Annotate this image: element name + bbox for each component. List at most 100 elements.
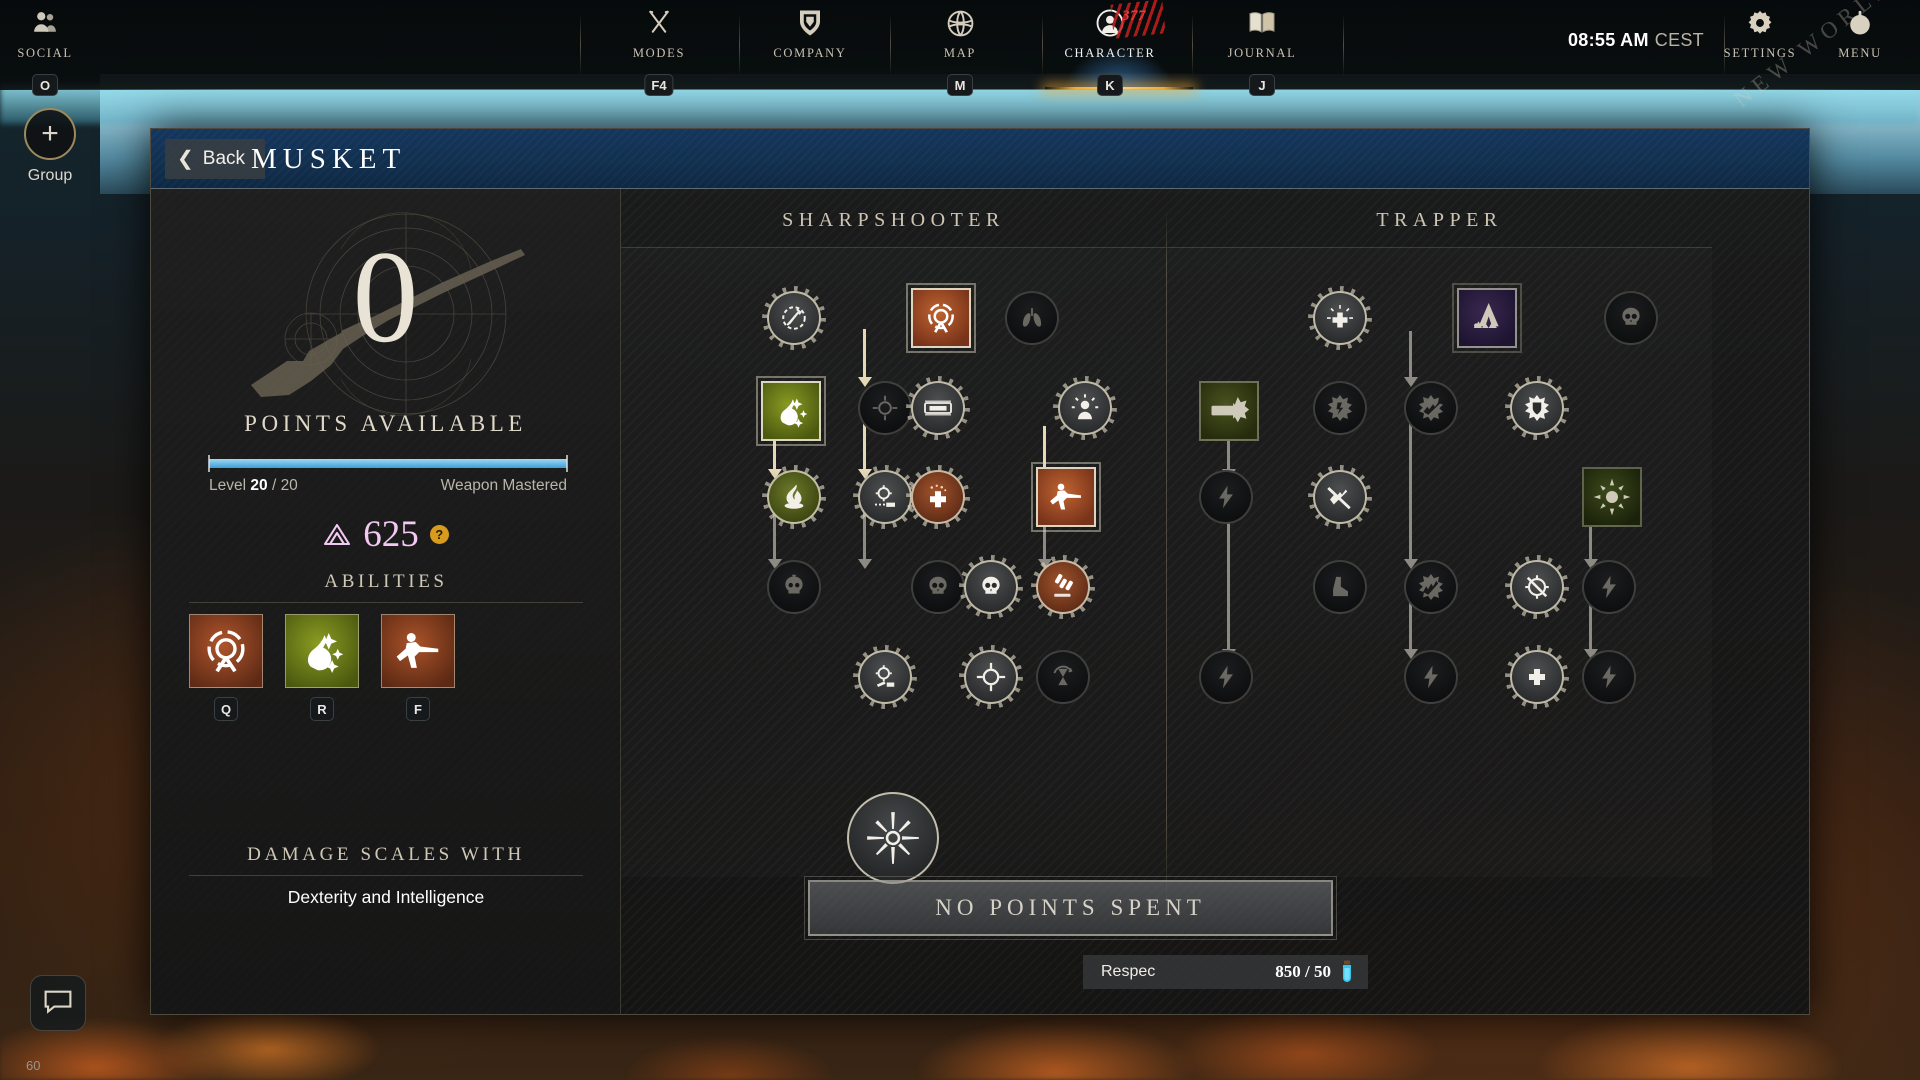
ability-slot-f[interactable]: F: [381, 614, 455, 721]
tree-title-trapper: TRAPPER: [1376, 209, 1503, 231]
skull-icon: [964, 560, 1018, 614]
lightning-icon: [1199, 470, 1253, 524]
skill-node-boot[interactable]: [1313, 560, 1367, 614]
skill-node-lightning-a[interactable]: [1199, 470, 1253, 524]
sticky-bomb-icon: [756, 376, 826, 446]
nav-key-modes[interactable]: F4: [644, 74, 674, 96]
lungs-icon: [1005, 291, 1059, 345]
nav-item-settings[interactable]: SETTINGS: [1700, 6, 1820, 90]
nav-item-social[interactable]: SOCIAL O: [0, 6, 115, 96]
level-prefix: Level: [209, 477, 247, 494]
skull-icon: [911, 560, 965, 614]
skill-node-crosshair-b[interactable]: [964, 650, 1018, 704]
nav-label-company: COMPANY: [773, 46, 847, 60]
nav-key-map[interactable]: M: [947, 74, 973, 96]
skill-node-heal-cross[interactable]: [1313, 291, 1367, 345]
chat-button[interactable]: [30, 975, 86, 1031]
nav-item-menu[interactable]: MENU: [1805, 6, 1915, 90]
skill-node-skull-a[interactable]: [911, 560, 965, 614]
nav-item-character[interactable]: CHARACTER K: [1040, 6, 1180, 96]
nav-key-social[interactable]: O: [32, 74, 58, 96]
skill-node-lightning-e[interactable]: [1582, 650, 1636, 704]
skill-node-saw-trap[interactable]: [1404, 381, 1458, 435]
plus-icon: +: [24, 108, 76, 160]
skill-node-starburst[interactable]: [1582, 467, 1642, 527]
xp-bar-end-cap: [566, 455, 568, 472]
skill-node-cartridge[interactable]: [911, 381, 965, 435]
clock-timezone: CEST: [1654, 30, 1704, 50]
help-icon[interactable]: ?: [429, 525, 449, 544]
skill-node-skull-b[interactable]: [964, 560, 1018, 614]
nav-item-modes[interactable]: MODES F4: [589, 6, 729, 96]
skill-node-crosshair-a[interactable]: [858, 381, 912, 435]
back-button-label: Back: [202, 148, 246, 169]
level-current: 20: [250, 477, 268, 494]
skill-node-headshot[interactable]: [1058, 381, 1112, 435]
nav-item-journal[interactable]: JOURNAL J: [1192, 6, 1332, 96]
social-icon: [30, 6, 60, 40]
abilities-row: Q R F: [189, 614, 583, 721]
skill-node-no-target[interactable]: [1510, 560, 1564, 614]
back-button[interactable]: ❮ Back: [165, 139, 266, 179]
azoth-potion-icon: [1338, 960, 1356, 984]
mastery-status: Weapon Mastered: [440, 477, 567, 494]
hourglass-cycle-icon: [1036, 650, 1090, 704]
skill-node-heal-cross-b[interactable]: [1510, 650, 1564, 704]
skill-node-traps[interactable]: [1452, 283, 1522, 353]
nav-key-journal[interactable]: J: [1249, 74, 1275, 96]
window-header: ❮ Back MUSKET: [151, 129, 1809, 189]
ability-slot-q[interactable]: Q: [189, 614, 263, 721]
character-icon: [1095, 6, 1125, 40]
chevron-left-icon: ❮: [177, 148, 194, 170]
respec-label: Respec: [1101, 963, 1156, 980]
level-progress-fill: [209, 459, 567, 468]
crosshair-icon: [964, 650, 1018, 704]
skill-node-medkit[interactable]: [911, 470, 965, 524]
nav-key-character[interactable]: K: [1097, 74, 1123, 96]
level-separator: /: [271, 477, 277, 494]
skill-node-scope-bullet[interactable]: [858, 470, 912, 524]
nav-label-social: SOCIAL: [17, 46, 73, 60]
clock-time: 08:55 AM: [1568, 30, 1649, 50]
skill-node-scope-knife[interactable]: [858, 650, 912, 704]
skill-node-lightning-d[interactable]: [1404, 650, 1458, 704]
sticky-bomb-icon: [285, 614, 359, 688]
fps-counter: 60: [26, 1058, 41, 1073]
skill-node-lungs[interactable]: [1005, 291, 1059, 345]
points-available-value: 0: [352, 223, 419, 370]
skill-node-bullet-burst[interactable]: [1199, 381, 1259, 441]
skill-node-kneeling-shot[interactable]: [1031, 462, 1101, 532]
shooters-stance-icon: [189, 614, 263, 688]
respec-cost: 850 / 50: [1275, 962, 1331, 981]
nav-item-map[interactable]: MAP M: [890, 6, 1030, 96]
skill-node-skull-hourglass[interactable]: [767, 560, 821, 614]
abilities-heading: ABILITIES: [189, 571, 583, 603]
skill-node-lightning-c[interactable]: [1199, 650, 1253, 704]
ability-slot-r[interactable]: R: [285, 614, 359, 721]
gear-score-row: 625 ?: [151, 516, 620, 553]
chat-bubble-icon: [43, 988, 73, 1019]
ultimate-node-sharpshooter[interactable]: [847, 792, 939, 884]
nav-label-settings: SETTINGS: [1723, 46, 1797, 60]
skill-node-hourglass-cycle[interactable]: [1036, 650, 1090, 704]
skill-node-trap-spikes[interactable]: [1404, 560, 1458, 614]
skill-node-reload-speed[interactable]: [767, 291, 821, 345]
bullet-burst-icon: [1199, 381, 1259, 441]
skill-node-shield-burst[interactable]: [1510, 381, 1564, 435]
skill-node-bullets[interactable]: [1036, 560, 1090, 614]
skill-node-shooters-stance[interactable]: [906, 283, 976, 353]
level-progress-bar: [208, 455, 568, 472]
skill-node-no-trap[interactable]: [1313, 470, 1367, 524]
nav-item-company[interactable]: COMPANY: [740, 6, 880, 90]
skill-node-trap-burst[interactable]: [1313, 381, 1367, 435]
skill-node-sticky-bomb[interactable]: [756, 376, 826, 446]
skill-node-lightning-b[interactable]: [1582, 560, 1636, 614]
clock: 08:55 AM CEST: [1568, 30, 1704, 51]
respec-button[interactable]: Respec 850 / 50: [1083, 955, 1368, 989]
group-button[interactable]: + Group: [14, 108, 86, 185]
skill-node-skull-trapper[interactable]: [1604, 291, 1658, 345]
skill-node-fire[interactable]: [767, 470, 821, 524]
headshot-icon: [1058, 381, 1112, 435]
character-notification-count: 377: [1122, 8, 1146, 24]
tree-sharpshooter: SHARPSHOOTER: [621, 189, 1166, 929]
